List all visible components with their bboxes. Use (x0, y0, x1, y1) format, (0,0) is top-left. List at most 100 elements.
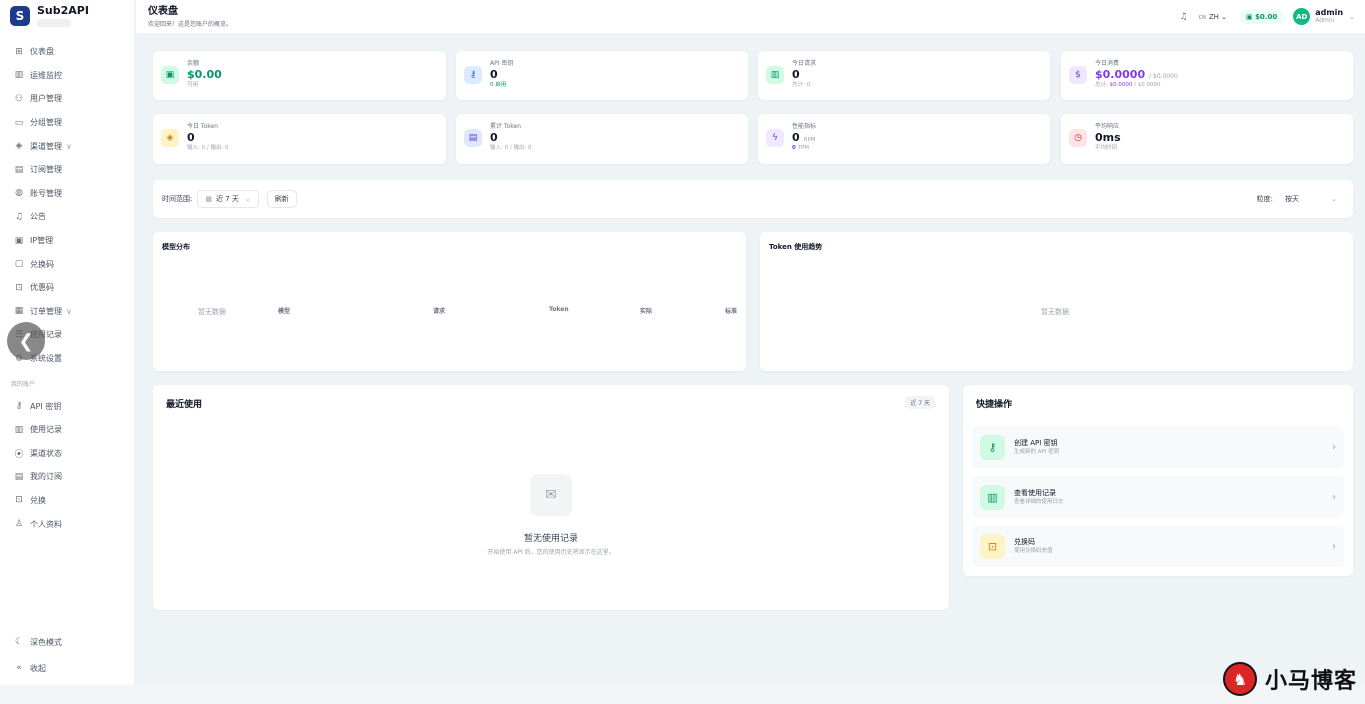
stat-card-balance: ▣ 余额 $0.00 可用 (153, 51, 446, 100)
quick-actions-panel: 快捷操作 ⚷ 创建 API 密钥 生成新的 API 密钥 › ▥ 查看使用记录 … (963, 385, 1353, 576)
card-icon: ▤ (14, 471, 24, 482)
token-trend-title: Token 使用趋势 (769, 243, 823, 251)
sidebar-item-accounts[interactable]: ◍ 账号管理 (0, 182, 134, 206)
calendar-icon: ▦ (205, 195, 212, 203)
stat-card-today-cost: $ 今日消费 $0.0000 / $0.0000 总计: $0.0000 / $… (1061, 51, 1353, 100)
gift-icon: ⊡ (980, 533, 1005, 559)
double-chevron-left-icon: « (16, 663, 22, 673)
bar-chart-icon: ▥ (980, 484, 1005, 510)
key-icon: ⚷ (15, 401, 23, 412)
chevron-down-icon: ⌄ (1221, 12, 1227, 21)
header-balance-badge[interactable]: ▣ $0.00 (1240, 9, 1284, 24)
sidebar-item-announcements[interactable]: ♫ 公告 (0, 205, 134, 229)
sidebar-item-channels[interactable]: ◈ 渠道管理 ∨ (0, 134, 134, 158)
sidebar-item-my-subscriptions[interactable]: ▤ 我的订阅 (0, 465, 134, 489)
card-icon: ▤ (14, 164, 24, 175)
bar-chart-icon: ▥ (14, 70, 24, 81)
collapse-sidebar-button[interactable]: «收起 (0, 655, 134, 681)
sidebar-item-groups[interactable]: ▭ 分组管理 (0, 111, 134, 135)
gift-icon: ⊡ (15, 282, 23, 293)
dark-mode-toggle[interactable]: ☾ 深色模式 (0, 629, 134, 655)
user-icon: ♙ (14, 519, 24, 530)
watermark: ♞ 小马博客 (1222, 662, 1357, 696)
granularity-label: 粒度: (1256, 195, 1273, 203)
chevron-down-icon: ∨ (66, 141, 72, 151)
column-model: 模型 (278, 308, 291, 315)
avatar[interactable]: AD (1293, 8, 1311, 25)
signal-icon: ⦿ (14, 449, 24, 460)
clock-icon: ◷ (1069, 129, 1087, 147)
stat-card-total-token: ▤ 累计 Token 0 输入: 0 / 输出: 0 (456, 114, 748, 164)
chevron-right-icon: › (1332, 540, 1336, 552)
bar-chart-icon: ▥ (766, 66, 784, 84)
sidebar-item-ip[interactable]: ▣ IP管理 (0, 229, 134, 253)
sidebar-item-api-keys[interactable]: ⚷ API 密钥 (0, 394, 134, 418)
globe-icon: ◍ (15, 188, 23, 199)
moon-icon: ☾ (14, 637, 24, 647)
chevron-right-icon: › (1332, 491, 1336, 503)
column-standard: 标准 (725, 308, 738, 315)
time-range-select[interactable]: ▦ 近 7 天 ⌄ (197, 190, 259, 208)
quick-redeem-code[interactable]: ⊡ 兑换码 使用兑换码充值 › (972, 525, 1344, 567)
chevron-down-icon: ⌄ (244, 195, 251, 203)
column-actual: 实际 (640, 308, 653, 315)
grid-icon: ⊞ (15, 46, 23, 57)
stat-card-avg-response: ◷ 平均响应 0ms 平均时间 (1061, 114, 1353, 164)
app-version-placeholder (37, 19, 71, 27)
token-trend-panel: Token 使用趋势 暂无数据 (760, 232, 1353, 371)
bar-chart-icon: ▥ (14, 424, 24, 435)
filter-bar: 时间范围: ▦ 近 7 天 ⌄ 刷新 粒度: 按天 ⌄ (153, 180, 1353, 218)
sidebar-item-users[interactable]: ⚇ 用户管理 (0, 87, 134, 111)
wallet-icon: ▣ (161, 66, 179, 84)
inbox-icon: ✉ (530, 474, 572, 516)
horse-logo-icon: ♞ (1222, 662, 1257, 696)
notification-bell-icon[interactable]: ♫ (1180, 12, 1188, 22)
sidebar-item-ops-monitor[interactable]: ▥ 运维监控 (0, 64, 134, 88)
refresh-button[interactable]: 刷新 (266, 190, 297, 208)
database-icon: ▤ (464, 129, 482, 147)
key-icon: ⚷ (464, 66, 482, 84)
main-nav: ⊞ 仪表盘 ▥ 运维监控 ⚇ 用户管理 ▭ 分组管理 ◈ 渠道管理 ∨ ▤ 订阅管理 ◍ 账号管… (0, 40, 134, 536)
users-icon: ⚇ (14, 93, 24, 104)
user-menu[interactable]: admin Admin (1315, 8, 1343, 25)
token-no-data: 暂无数据 (1041, 308, 1069, 316)
sidebar-item-channel-status[interactable]: ⦿ 渠道状态 (0, 442, 134, 466)
wallet-icon: ▣ (1246, 12, 1253, 21)
sidebar-item-profile[interactable]: ♙ 个人资料 (0, 512, 134, 536)
sidebar-item-promo-codes[interactable]: ⊡ 优惠码 (0, 276, 134, 300)
quick-create-api-key[interactable]: ⚷ 创建 API 密钥 生成新的 API 密钥 › (972, 426, 1344, 468)
sidebar-item-my-usage[interactable]: ▥ 使用记录 (0, 418, 134, 442)
sidebar-item-orders[interactable]: ▦ 订单管理 ∨ (0, 300, 134, 324)
chevron-down-icon[interactable]: ⌄ (1349, 13, 1355, 21)
logo-row[interactable]: S Sub2API (0, 0, 134, 32)
layers-icon: ◈ (15, 141, 23, 152)
sidebar-item-dashboard[interactable]: ⊞ 仪表盘 (0, 40, 134, 64)
chevron-right-icon: › (1332, 441, 1336, 453)
sidebar-item-redeem[interactable]: ⊡ 兑换 (0, 489, 134, 513)
quick-view-usage[interactable]: ▥ 查看使用记录 查看详细的使用日志 › (972, 476, 1344, 518)
language-selector[interactable]: CN ZH ⌄ (1199, 13, 1227, 21)
key-icon: ⚷ (980, 434, 1005, 460)
cube-icon: ◈ (161, 129, 179, 147)
top-header: 仪表盘 欢迎回来！这是您账户的概览。 ♫ CN ZH ⌄ ▣ $0.00 AD a… (136, 0, 1365, 33)
bell-icon: ♫ (14, 211, 24, 222)
model-distribution-panel: 模型分布 暂无数据 模型 请求 Token 实际 标准 (153, 232, 746, 371)
recent-usage-panel: 最近使用 近 7 天 ✉ 暂无使用记录 开始使用 API 后，您的使用历史将显示… (153, 385, 949, 610)
time-range-label: 时间范围: (162, 195, 193, 203)
chevron-left-icon: ❮ (18, 330, 34, 352)
back-button[interactable]: ❮ (7, 322, 45, 360)
ticket-icon: ▢ (14, 259, 24, 270)
receipt-icon: ▦ (14, 306, 24, 317)
sidebar-item-redeem-codes[interactable]: ▢ 兑换码 (0, 252, 134, 276)
clipboard-icon: ▣ (14, 235, 24, 246)
quick-actions-title: 快捷操作 (976, 400, 1013, 410)
chevron-down-icon: ∨ (66, 306, 72, 316)
recent-range-badge: 近 7 天 (905, 396, 935, 409)
column-requests: 请求 (433, 308, 446, 315)
sidebar-item-subscriptions[interactable]: ▤ 订阅管理 (0, 158, 134, 182)
folder-icon: ▭ (14, 117, 24, 128)
model-no-data: 暂无数据 (198, 308, 226, 316)
granularity-select[interactable]: 按天 ⌄ (1278, 191, 1344, 207)
stat-card-today-requests: ▥ 今日请求 0 总计: 0 (758, 51, 1050, 100)
model-distribution-title: 模型分布 (162, 243, 190, 251)
